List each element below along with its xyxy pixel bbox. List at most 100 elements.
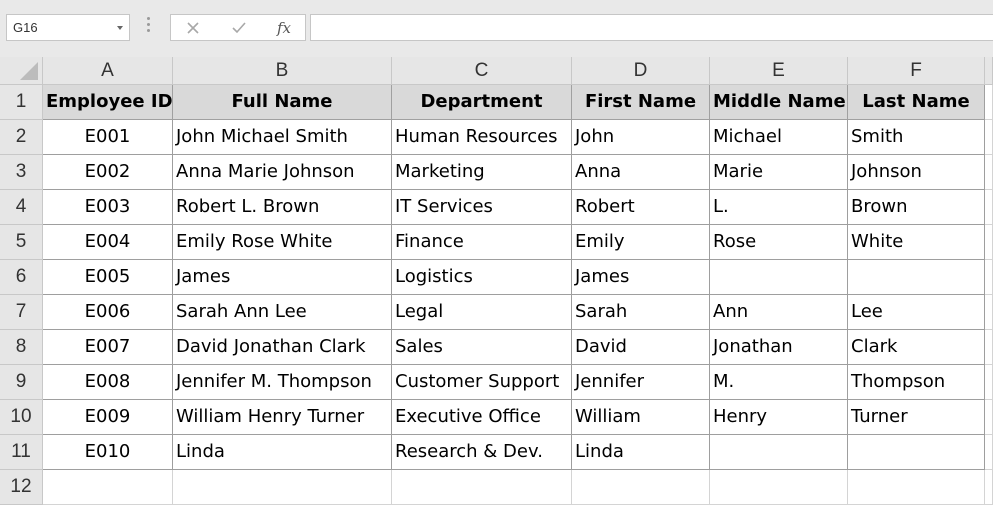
- table-cell[interactable]: Anna: [572, 155, 710, 190]
- table-cell[interactable]: Henry: [710, 400, 848, 435]
- table-header-cell[interactable]: Employee ID: [43, 85, 173, 120]
- empty-cell[interactable]: [173, 470, 392, 505]
- table-cell[interactable]: John: [572, 120, 710, 155]
- table-header-cell[interactable]: Department: [392, 85, 572, 120]
- column-header-f[interactable]: F: [848, 57, 985, 85]
- column-header-b[interactable]: B: [173, 57, 392, 85]
- table-cell[interactable]: E002: [43, 155, 173, 190]
- row-header-12[interactable]: 12: [0, 470, 43, 505]
- column-header-a[interactable]: A: [43, 57, 173, 85]
- empty-cell[interactable]: [848, 470, 985, 505]
- row-header-11[interactable]: 11: [0, 435, 43, 470]
- table-header-cell[interactable]: Full Name: [173, 85, 392, 120]
- table-cell[interactable]: L.: [710, 190, 848, 225]
- row-header-7[interactable]: 7: [0, 295, 43, 330]
- table-cell[interactable]: Clark: [848, 330, 985, 365]
- empty-cell[interactable]: [985, 155, 993, 190]
- table-cell[interactable]: Lee: [848, 295, 985, 330]
- empty-cell[interactable]: [43, 470, 173, 505]
- empty-cell[interactable]: [985, 435, 993, 470]
- table-cell[interactable]: William: [572, 400, 710, 435]
- table-cell[interactable]: Michael: [710, 120, 848, 155]
- empty-cell[interactable]: [710, 470, 848, 505]
- table-cell[interactable]: [710, 260, 848, 295]
- empty-cell[interactable]: [985, 330, 993, 365]
- table-cell[interactable]: John Michael Smith: [173, 120, 392, 155]
- table-cell[interactable]: Robert L. Brown: [173, 190, 392, 225]
- table-cell[interactable]: James: [173, 260, 392, 295]
- table-cell[interactable]: Marketing: [392, 155, 572, 190]
- table-cell[interactable]: Turner: [848, 400, 985, 435]
- empty-cell[interactable]: [985, 225, 993, 260]
- empty-cell[interactable]: [985, 470, 993, 505]
- empty-cell[interactable]: [985, 120, 993, 155]
- table-cell[interactable]: Research & Dev.: [392, 435, 572, 470]
- table-cell[interactable]: Anna Marie Johnson: [173, 155, 392, 190]
- name-box[interactable]: G16: [6, 14, 130, 41]
- table-cell[interactable]: E005: [43, 260, 173, 295]
- row-header-1[interactable]: 1: [0, 85, 43, 120]
- empty-cell[interactable]: [572, 470, 710, 505]
- empty-cell[interactable]: [985, 400, 993, 435]
- close-icon[interactable]: [176, 15, 210, 40]
- table-cell[interactable]: E001: [43, 120, 173, 155]
- table-cell[interactable]: E006: [43, 295, 173, 330]
- table-cell[interactable]: Johnson: [848, 155, 985, 190]
- table-cell[interactable]: Linda: [572, 435, 710, 470]
- table-cell[interactable]: Sarah: [572, 295, 710, 330]
- table-cell[interactable]: E008: [43, 365, 173, 400]
- table-cell[interactable]: David: [572, 330, 710, 365]
- table-cell[interactable]: Customer Support: [392, 365, 572, 400]
- table-cell[interactable]: Finance: [392, 225, 572, 260]
- chevron-down-icon[interactable]: [117, 26, 123, 30]
- row-header-6[interactable]: 6: [0, 260, 43, 295]
- table-header-cell[interactable]: Middle Name: [710, 85, 848, 120]
- table-cell[interactable]: [848, 260, 985, 295]
- row-header-8[interactable]: 8: [0, 330, 43, 365]
- table-cell[interactable]: Jennifer M. Thompson: [173, 365, 392, 400]
- table-cell[interactable]: Linda: [173, 435, 392, 470]
- table-cell[interactable]: Logistics: [392, 260, 572, 295]
- drag-handle-icon[interactable]: [147, 17, 151, 39]
- column-header-d[interactable]: D: [572, 57, 710, 85]
- table-cell[interactable]: Brown: [848, 190, 985, 225]
- check-icon[interactable]: [222, 15, 256, 40]
- table-cell[interactable]: Emily Rose White: [173, 225, 392, 260]
- table-cell[interactable]: E003: [43, 190, 173, 225]
- table-cell[interactable]: [710, 435, 848, 470]
- table-cell[interactable]: Executive Office: [392, 400, 572, 435]
- column-header-g[interactable]: [985, 57, 993, 85]
- table-cell[interactable]: Smith: [848, 120, 985, 155]
- table-header-cell[interactable]: Last Name: [848, 85, 985, 120]
- fx-icon[interactable]: fx: [267, 15, 301, 40]
- table-cell[interactable]: David Jonathan Clark: [173, 330, 392, 365]
- table-cell[interactable]: IT Services: [392, 190, 572, 225]
- empty-cell[interactable]: [985, 295, 993, 330]
- table-cell[interactable]: E010: [43, 435, 173, 470]
- empty-cell[interactable]: [985, 365, 993, 400]
- table-cell[interactable]: Ann: [710, 295, 848, 330]
- table-cell[interactable]: E007: [43, 330, 173, 365]
- column-header-e[interactable]: E: [710, 57, 848, 85]
- select-all-button[interactable]: [0, 57, 43, 85]
- table-cell[interactable]: Rose: [710, 225, 848, 260]
- table-cell[interactable]: Human Resources: [392, 120, 572, 155]
- empty-cell[interactable]: [392, 470, 572, 505]
- row-header-3[interactable]: 3: [0, 155, 43, 190]
- table-cell[interactable]: White: [848, 225, 985, 260]
- table-cell[interactable]: Jennifer: [572, 365, 710, 400]
- table-cell[interactable]: E004: [43, 225, 173, 260]
- row-header-5[interactable]: 5: [0, 225, 43, 260]
- table-cell[interactable]: Jonathan: [710, 330, 848, 365]
- table-cell[interactable]: Marie: [710, 155, 848, 190]
- table-cell[interactable]: Emily: [572, 225, 710, 260]
- empty-cell[interactable]: [985, 85, 993, 120]
- empty-cell[interactable]: [985, 260, 993, 295]
- table-cell[interactable]: [848, 435, 985, 470]
- table-cell[interactable]: Robert: [572, 190, 710, 225]
- empty-cell[interactable]: [985, 190, 993, 225]
- formula-input[interactable]: [310, 14, 993, 41]
- column-header-c[interactable]: C: [392, 57, 572, 85]
- table-cell[interactable]: William Henry Turner: [173, 400, 392, 435]
- table-cell[interactable]: Legal: [392, 295, 572, 330]
